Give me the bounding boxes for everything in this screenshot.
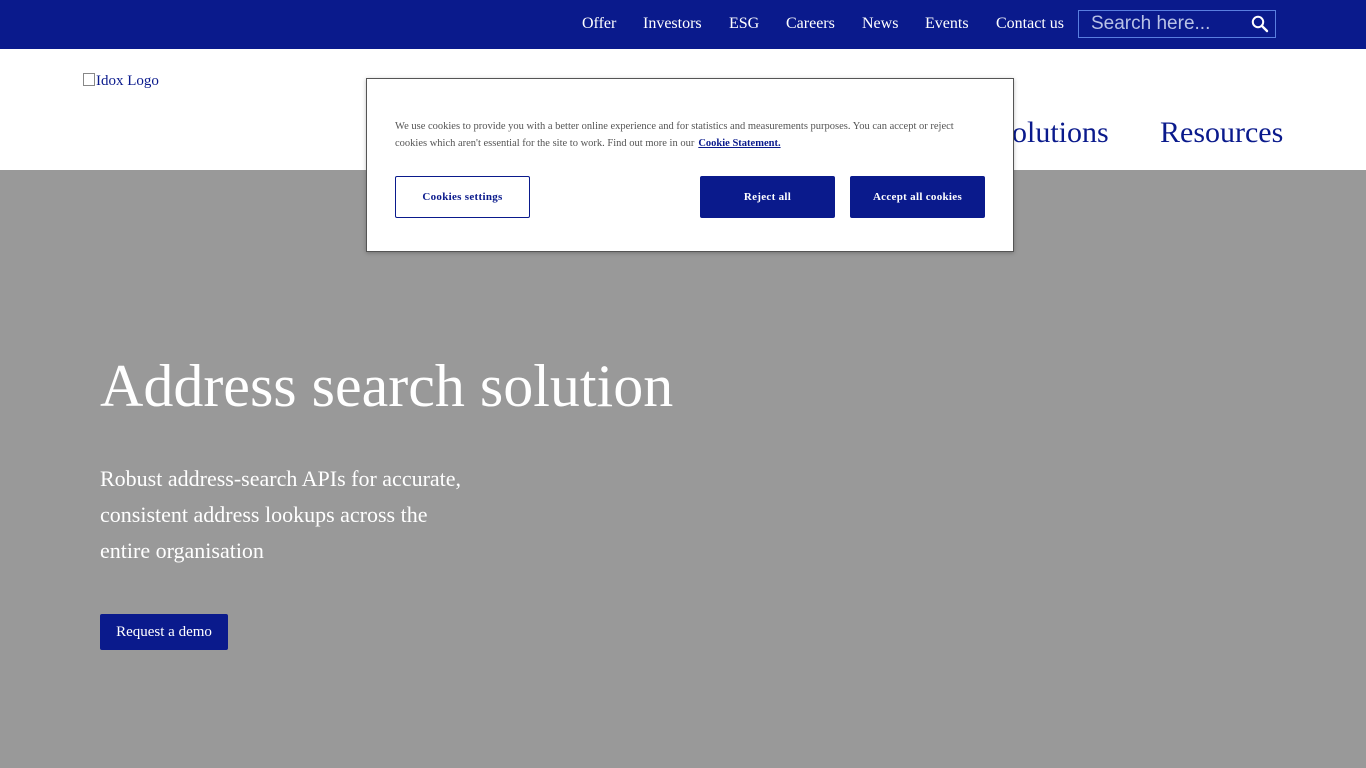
cookie-consent-dialog: We use cookies to provide you with a bet… xyxy=(366,78,1014,252)
broken-image-icon xyxy=(83,73,95,86)
accept-all-cookies-button[interactable]: Accept all cookies xyxy=(850,176,985,218)
search-box xyxy=(1078,10,1276,38)
request-demo-button[interactable]: Request a demo xyxy=(100,614,228,650)
util-link-investors[interactable]: Investors xyxy=(643,14,702,34)
reject-all-button[interactable]: Reject all xyxy=(700,176,835,218)
cookie-message: We use cookies to provide you with a bet… xyxy=(395,118,985,152)
search-input[interactable] xyxy=(1091,13,1241,35)
logo[interactable]: Idox Logo xyxy=(83,73,159,90)
hero-title: Address search solution xyxy=(100,353,674,419)
search-icon[interactable] xyxy=(1251,15,1269,33)
cookie-statement-link[interactable]: Cookie Statement. xyxy=(698,138,780,149)
nav-item-resources[interactable]: Resources xyxy=(1160,115,1283,151)
utility-bar: Offer Investors ESG Careers News Events … xyxy=(0,0,1366,49)
util-link-offer[interactable]: Offer xyxy=(582,14,616,34)
util-link-events[interactable]: Events xyxy=(925,14,969,34)
util-link-esg[interactable]: ESG xyxy=(729,14,759,34)
cookies-settings-button[interactable]: Cookies settings xyxy=(395,176,530,218)
hero-subtitle: Robust address-search APIs for accurate,… xyxy=(100,466,462,563)
nav-item-solutions[interactable]: olutions xyxy=(1012,115,1109,151)
util-link-news[interactable]: News xyxy=(862,14,898,34)
cookie-message-text: We use cookies to provide you with a bet… xyxy=(395,121,954,149)
util-link-contact-us[interactable]: Contact us xyxy=(996,14,1064,34)
logo-alt-text: Idox Logo xyxy=(96,73,159,89)
util-link-careers[interactable]: Careers xyxy=(786,14,835,34)
